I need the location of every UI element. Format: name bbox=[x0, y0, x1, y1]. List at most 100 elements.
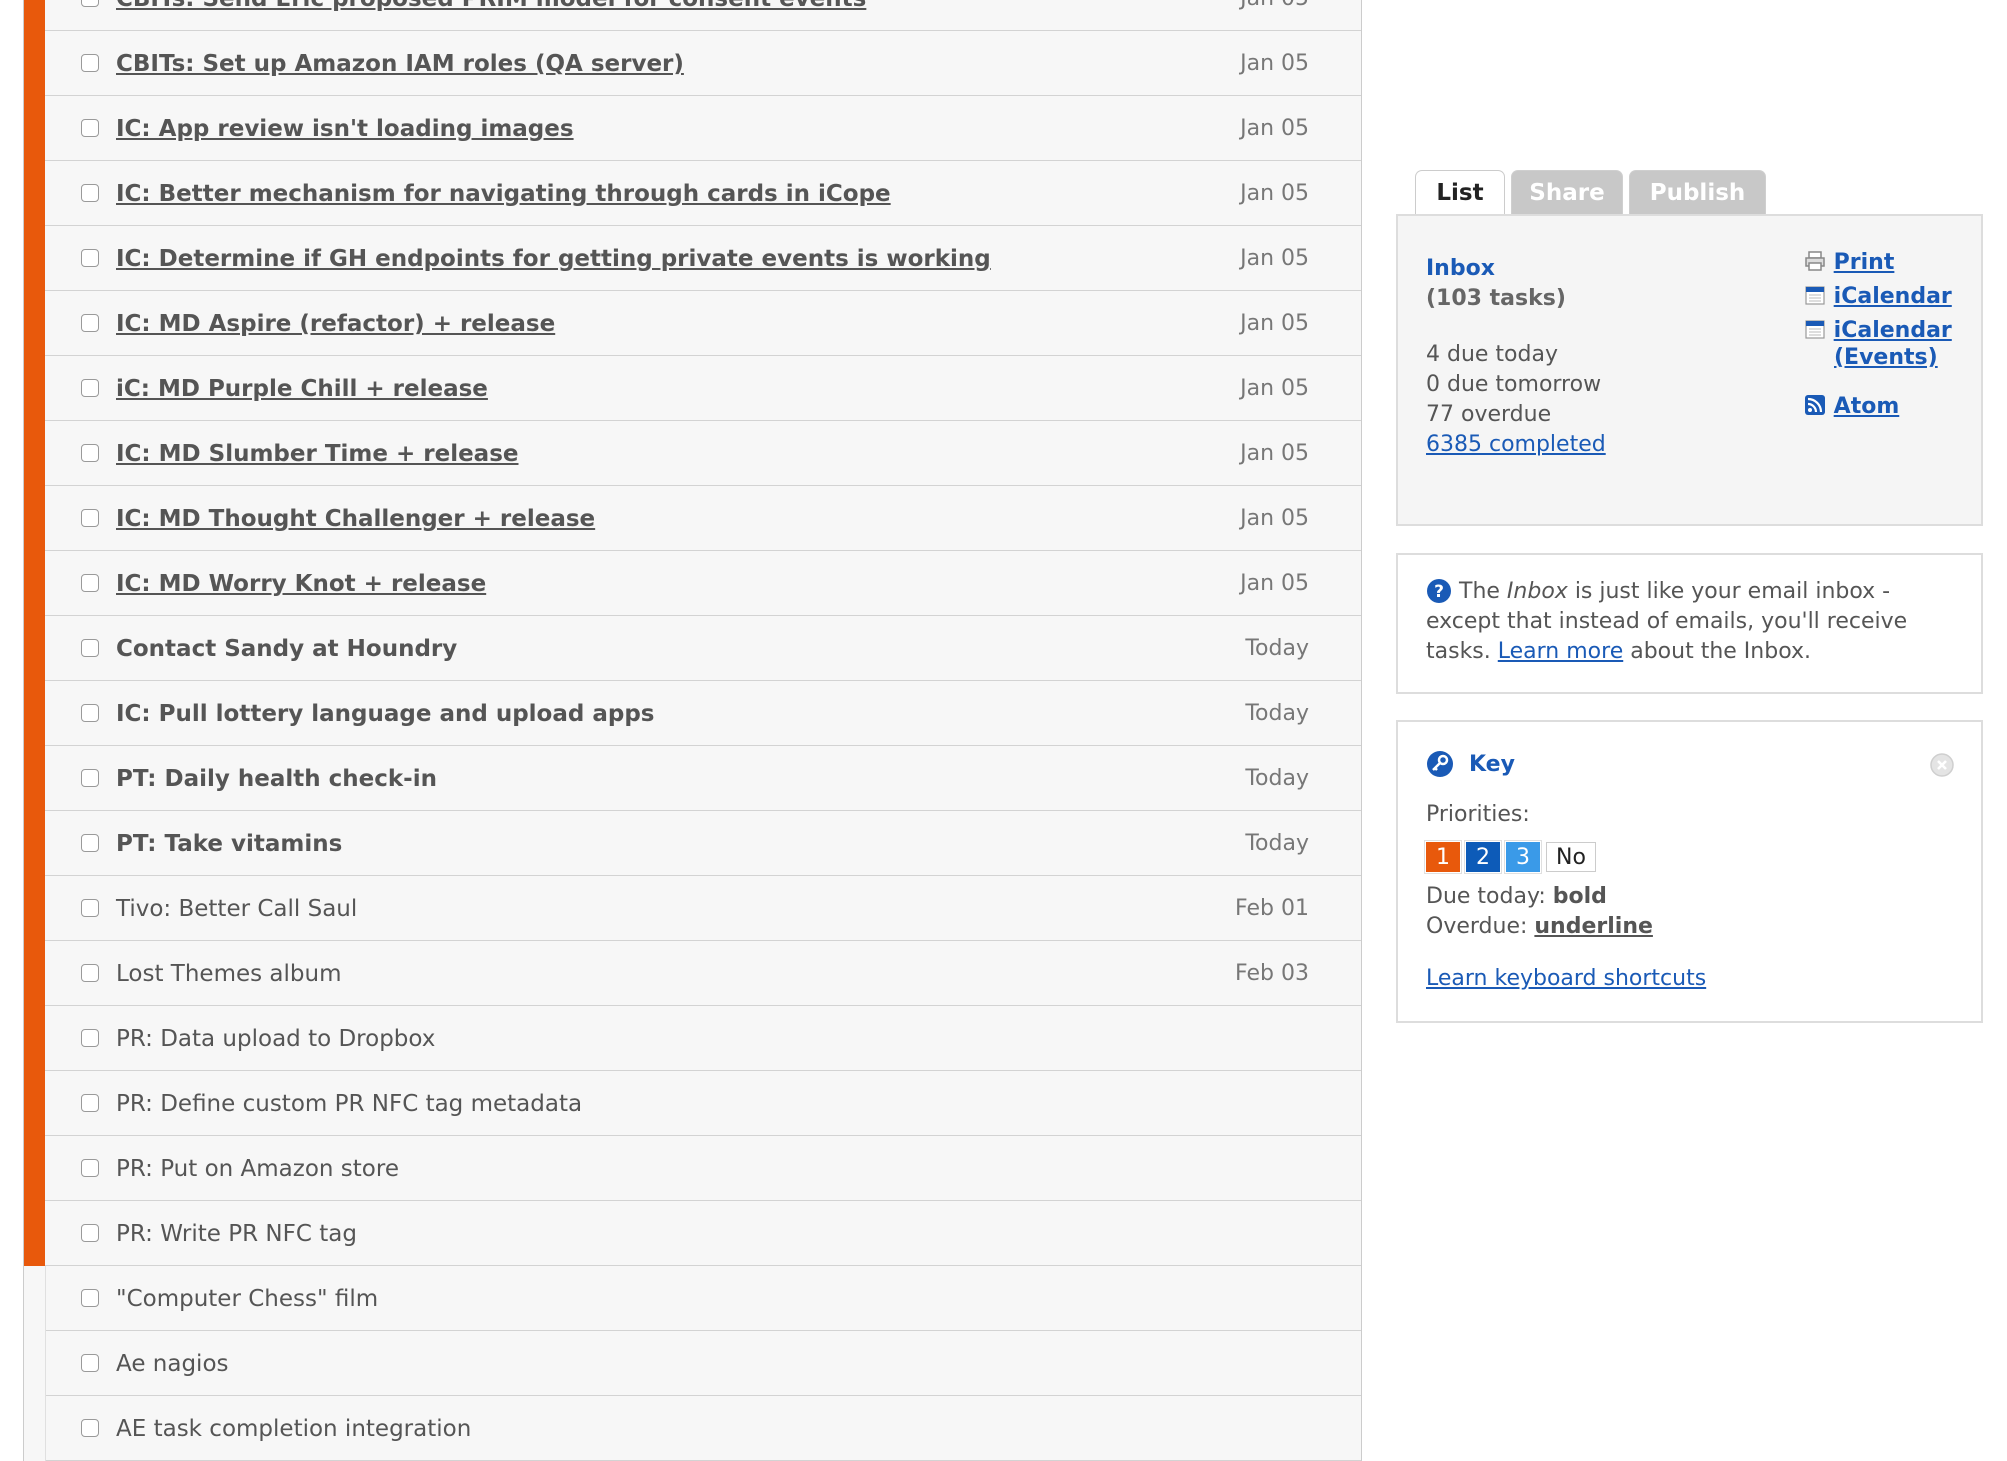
completed-link[interactable]: 6385 completed bbox=[1426, 430, 1606, 460]
task-due-date: Today bbox=[1245, 701, 1309, 726]
close-icon[interactable] bbox=[1929, 752, 1955, 778]
priority-swatches: 1 2 3 No bbox=[1425, 841, 1706, 874]
task-name[interactable]: PR: Put on Amazon store bbox=[116, 1154, 399, 1184]
task-name[interactable]: AE task completion integration bbox=[116, 1414, 471, 1444]
task-row[interactable]: IC: MD Thought Challenger + release Jan 0… bbox=[24, 486, 1361, 551]
task-checkbox[interactable] bbox=[81, 834, 99, 852]
task-row[interactable]: iC: MD Purple Chill + release Jan 05 bbox=[24, 356, 1361, 421]
task-row[interactable]: IC: Better mechanism for navigating thro… bbox=[24, 161, 1361, 226]
task-name[interactable]: Lost Themes album bbox=[116, 959, 342, 989]
task-row[interactable]: IC: Determine if GH endpoints for gettin… bbox=[24, 226, 1361, 291]
task-row[interactable]: IC: MD Slumber Time + release Jan 05 bbox=[24, 421, 1361, 486]
task-name[interactable]: PT: Take vitamins bbox=[116, 829, 342, 859]
priority-swatch: 3 bbox=[1505, 841, 1541, 873]
task-row[interactable]: CBITs: Send Eric proposed PRIM model for… bbox=[24, 0, 1361, 31]
task-checkbox[interactable] bbox=[81, 1029, 99, 1047]
task-name[interactable]: IC: MD Aspire (refactor) + release bbox=[116, 309, 555, 339]
atom-action[interactable]: Atom bbox=[1804, 392, 1974, 422]
task-checkbox[interactable] bbox=[81, 379, 99, 397]
task-row[interactable]: IC: Pull lottery language and upload app… bbox=[24, 681, 1361, 746]
task-checkbox[interactable] bbox=[81, 1224, 99, 1242]
task-row[interactable]: Lost Themes album Feb 03 bbox=[24, 941, 1361, 1006]
priority-bar bbox=[24, 161, 45, 226]
keyboard-shortcuts-link[interactable]: Learn keyboard shortcuts bbox=[1426, 964, 1706, 994]
icalendar-link[interactable]: iCalendar bbox=[1834, 284, 1952, 309]
task-row[interactable]: IC: App review isn't loading images Jan 0… bbox=[24, 96, 1361, 161]
task-name[interactable]: IC: Pull lottery language and upload app… bbox=[116, 699, 655, 729]
icalendar-action[interactable]: iCalendar bbox=[1804, 282, 1974, 312]
task-checkbox[interactable] bbox=[81, 444, 99, 462]
task-checkbox[interactable] bbox=[81, 899, 99, 917]
atom-link[interactable]: Atom bbox=[1834, 394, 1900, 419]
task-name[interactable]: IC: Determine if GH endpoints for gettin… bbox=[116, 244, 991, 274]
task-row[interactable]: PR: Write PR NFC tag bbox=[24, 1201, 1361, 1266]
task-row[interactable]: PR: Put on Amazon store bbox=[24, 1136, 1361, 1201]
list-title[interactable]: Inbox bbox=[1426, 254, 1606, 284]
task-due-date: Jan 05 bbox=[1240, 376, 1309, 401]
inbox-help-panel: ? The Inbox is just like your email inbo… bbox=[1396, 553, 1983, 694]
task-checkbox[interactable] bbox=[81, 184, 99, 202]
icalendar-events-action[interactable]: iCalendar (Events) bbox=[1804, 316, 1974, 370]
learn-more-link[interactable]: Learn more bbox=[1498, 639, 1623, 664]
tab-list[interactable]: List bbox=[1415, 170, 1505, 217]
task-row[interactable]: Ae nagios bbox=[24, 1331, 1361, 1396]
task-row[interactable]: IC: MD Worry Knot + release Jan 05 bbox=[24, 551, 1361, 616]
task-checkbox[interactable] bbox=[81, 1159, 99, 1177]
task-checkbox[interactable] bbox=[81, 1354, 99, 1372]
task-name[interactable]: CBITs: Send Eric proposed PRIM model for… bbox=[116, 0, 866, 14]
help-text-inbox: Inbox bbox=[1506, 579, 1568, 604]
task-name[interactable]: PR: Data upload to Dropbox bbox=[116, 1024, 435, 1054]
task-checkbox[interactable] bbox=[81, 54, 99, 72]
task-checkbox[interactable] bbox=[81, 1094, 99, 1112]
print-link[interactable]: Print bbox=[1834, 250, 1895, 275]
task-name[interactable]: Tivo: Better Call Saul bbox=[116, 894, 357, 924]
task-row[interactable]: Tivo: Better Call Saul Feb 01 bbox=[24, 876, 1361, 941]
task-row[interactable]: AE task completion integration bbox=[24, 1396, 1361, 1461]
task-name[interactable]: IC: MD Worry Knot + release bbox=[116, 569, 486, 599]
print-action[interactable]: Print bbox=[1804, 248, 1974, 278]
task-checkbox[interactable] bbox=[81, 509, 99, 527]
task-row[interactable]: Contact Sandy at Houndry Today bbox=[24, 616, 1361, 681]
task-name[interactable]: IC: Better mechanism for navigating thro… bbox=[116, 179, 891, 209]
overdue-key-style: underline bbox=[1534, 914, 1653, 939]
task-due-date: Jan 05 bbox=[1240, 51, 1309, 76]
task-checkbox[interactable] bbox=[81, 314, 99, 332]
task-checkbox[interactable] bbox=[81, 704, 99, 722]
icalendar-events-link[interactable]: iCalendar bbox=[1834, 318, 1952, 343]
task-row[interactable]: "Computer Chess" film bbox=[24, 1266, 1361, 1331]
icalendar-events-link-2[interactable]: (Events) bbox=[1834, 346, 1974, 370]
list-info-panel: Inbox (103 tasks) 4 due today 0 due tomo… bbox=[1396, 214, 1983, 526]
task-name[interactable]: IC: MD Thought Challenger + release bbox=[116, 504, 595, 534]
task-checkbox[interactable] bbox=[81, 0, 99, 7]
task-name[interactable]: PR: Write PR NFC tag bbox=[116, 1219, 357, 1249]
task-checkbox[interactable] bbox=[81, 769, 99, 787]
due-tomorrow-count: 0 due tomorrow bbox=[1426, 372, 1602, 397]
task-checkbox[interactable] bbox=[81, 1289, 99, 1307]
task-name[interactable]: Contact Sandy at Houndry bbox=[116, 634, 457, 664]
task-name[interactable]: "Computer Chess" film bbox=[116, 1284, 378, 1314]
task-row[interactable]: PR: Define custom PR NFC tag metadata bbox=[24, 1071, 1361, 1136]
priority-bar bbox=[24, 96, 45, 161]
task-name[interactable]: PR: Define custom PR NFC tag metadata bbox=[116, 1089, 582, 1119]
task-row[interactable]: PR: Data upload to Dropbox bbox=[24, 1006, 1361, 1071]
task-row[interactable]: CBITs: Set up Amazon IAM roles (QA serve… bbox=[24, 31, 1361, 96]
task-name[interactable]: IC: MD Slumber Time + release bbox=[116, 439, 519, 469]
task-row[interactable]: PT: Daily health check-in Today bbox=[24, 746, 1361, 811]
task-row[interactable]: IC: MD Aspire (refactor) + release Jan 05 bbox=[24, 291, 1361, 356]
task-name[interactable]: Ae nagios bbox=[116, 1349, 229, 1379]
task-checkbox[interactable] bbox=[81, 249, 99, 267]
task-checkbox[interactable] bbox=[81, 639, 99, 657]
overdue-count: 77 overdue bbox=[1426, 402, 1552, 427]
task-checkbox[interactable] bbox=[81, 119, 99, 137]
task-checkbox[interactable] bbox=[81, 574, 99, 592]
due-today-key: Due today: bold bbox=[1426, 882, 1706, 912]
task-checkbox[interactable] bbox=[81, 1419, 99, 1437]
task-name[interactable]: IC: App review isn't loading images bbox=[116, 114, 574, 144]
task-name[interactable]: PT: Daily health check-in bbox=[116, 764, 437, 794]
tab-share[interactable]: Share bbox=[1511, 170, 1623, 215]
task-name[interactable]: iC: MD Purple Chill + release bbox=[116, 374, 488, 404]
task-checkbox[interactable] bbox=[81, 964, 99, 982]
tab-publish[interactable]: Publish bbox=[1629, 170, 1766, 215]
task-name[interactable]: CBITs: Set up Amazon IAM roles (QA serve… bbox=[116, 49, 684, 79]
task-row[interactable]: PT: Take vitamins Today bbox=[24, 811, 1361, 876]
